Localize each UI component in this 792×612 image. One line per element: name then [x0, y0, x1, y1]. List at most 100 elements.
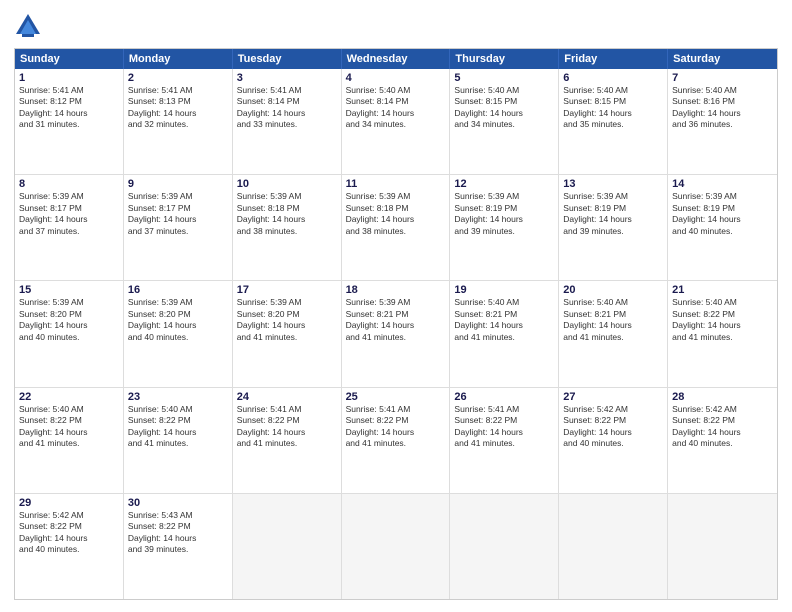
day-number: 9 [128, 178, 228, 190]
day-number: 19 [454, 284, 554, 296]
col-thursday: Thursday [450, 49, 559, 69]
col-monday: Monday [124, 49, 233, 69]
calendar-cell: 19Sunrise: 5:40 AM Sunset: 8:21 PM Dayli… [450, 281, 559, 386]
day-number: 28 [672, 391, 773, 403]
calendar-cell [668, 494, 777, 599]
day-number: 2 [128, 72, 228, 84]
day-number: 14 [672, 178, 773, 190]
day-number: 13 [563, 178, 663, 190]
calendar-cell [233, 494, 342, 599]
day-number: 1 [19, 72, 119, 84]
day-info: Sunrise: 5:42 AM Sunset: 8:22 PM Dayligh… [563, 404, 663, 450]
calendar-cell: 26Sunrise: 5:41 AM Sunset: 8:22 PM Dayli… [450, 388, 559, 493]
calendar-cell: 21Sunrise: 5:40 AM Sunset: 8:22 PM Dayli… [668, 281, 777, 386]
day-number: 10 [237, 178, 337, 190]
day-number: 26 [454, 391, 554, 403]
calendar-week-2: 8Sunrise: 5:39 AM Sunset: 8:17 PM Daylig… [15, 174, 777, 280]
calendar-cell: 13Sunrise: 5:39 AM Sunset: 8:19 PM Dayli… [559, 175, 668, 280]
day-info: Sunrise: 5:41 AM Sunset: 8:22 PM Dayligh… [237, 404, 337, 450]
calendar-cell: 9Sunrise: 5:39 AM Sunset: 8:17 PM Daylig… [124, 175, 233, 280]
day-info: Sunrise: 5:39 AM Sunset: 8:20 PM Dayligh… [237, 297, 337, 343]
day-info: Sunrise: 5:39 AM Sunset: 8:19 PM Dayligh… [563, 191, 663, 237]
calendar-week-3: 15Sunrise: 5:39 AM Sunset: 8:20 PM Dayli… [15, 280, 777, 386]
calendar-cell: 3Sunrise: 5:41 AM Sunset: 8:14 PM Daylig… [233, 69, 342, 174]
day-info: Sunrise: 5:41 AM Sunset: 8:14 PM Dayligh… [237, 85, 337, 131]
calendar-cell: 20Sunrise: 5:40 AM Sunset: 8:21 PM Dayli… [559, 281, 668, 386]
day-info: Sunrise: 5:40 AM Sunset: 8:15 PM Dayligh… [563, 85, 663, 131]
day-number: 5 [454, 72, 554, 84]
calendar-cell: 25Sunrise: 5:41 AM Sunset: 8:22 PM Dayli… [342, 388, 451, 493]
calendar-cell: 29Sunrise: 5:42 AM Sunset: 8:22 PM Dayli… [15, 494, 124, 599]
day-info: Sunrise: 5:41 AM Sunset: 8:12 PM Dayligh… [19, 85, 119, 131]
calendar-header-row: Sunday Monday Tuesday Wednesday Thursday… [15, 49, 777, 69]
day-number: 3 [237, 72, 337, 84]
day-number: 15 [19, 284, 119, 296]
calendar-week-1: 1Sunrise: 5:41 AM Sunset: 8:12 PM Daylig… [15, 69, 777, 174]
day-info: Sunrise: 5:39 AM Sunset: 8:20 PM Dayligh… [19, 297, 119, 343]
day-number: 6 [563, 72, 663, 84]
day-info: Sunrise: 5:39 AM Sunset: 8:21 PM Dayligh… [346, 297, 446, 343]
col-friday: Friday [559, 49, 668, 69]
calendar-cell: 6Sunrise: 5:40 AM Sunset: 8:15 PM Daylig… [559, 69, 668, 174]
calendar-cell: 28Sunrise: 5:42 AM Sunset: 8:22 PM Dayli… [668, 388, 777, 493]
day-info: Sunrise: 5:39 AM Sunset: 8:20 PM Dayligh… [128, 297, 228, 343]
day-number: 29 [19, 497, 119, 509]
day-number: 4 [346, 72, 446, 84]
day-number: 16 [128, 284, 228, 296]
day-info: Sunrise: 5:40 AM Sunset: 8:14 PM Dayligh… [346, 85, 446, 131]
calendar-cell: 7Sunrise: 5:40 AM Sunset: 8:16 PM Daylig… [668, 69, 777, 174]
col-sunday: Sunday [15, 49, 124, 69]
day-info: Sunrise: 5:41 AM Sunset: 8:22 PM Dayligh… [346, 404, 446, 450]
day-info: Sunrise: 5:40 AM Sunset: 8:21 PM Dayligh… [454, 297, 554, 343]
calendar-cell: 18Sunrise: 5:39 AM Sunset: 8:21 PM Dayli… [342, 281, 451, 386]
calendar-body: 1Sunrise: 5:41 AM Sunset: 8:12 PM Daylig… [15, 69, 777, 599]
day-info: Sunrise: 5:40 AM Sunset: 8:22 PM Dayligh… [672, 297, 773, 343]
calendar-cell: 11Sunrise: 5:39 AM Sunset: 8:18 PM Dayli… [342, 175, 451, 280]
calendar-cell: 2Sunrise: 5:41 AM Sunset: 8:13 PM Daylig… [124, 69, 233, 174]
day-number: 12 [454, 178, 554, 190]
day-number: 24 [237, 391, 337, 403]
day-number: 21 [672, 284, 773, 296]
day-info: Sunrise: 5:39 AM Sunset: 8:18 PM Dayligh… [237, 191, 337, 237]
day-number: 17 [237, 284, 337, 296]
day-number: 27 [563, 391, 663, 403]
calendar-week-4: 22Sunrise: 5:40 AM Sunset: 8:22 PM Dayli… [15, 387, 777, 493]
logo [14, 12, 46, 40]
day-info: Sunrise: 5:42 AM Sunset: 8:22 PM Dayligh… [672, 404, 773, 450]
day-number: 7 [672, 72, 773, 84]
day-number: 23 [128, 391, 228, 403]
page: Sunday Monday Tuesday Wednesday Thursday… [0, 0, 792, 612]
calendar-cell: 23Sunrise: 5:40 AM Sunset: 8:22 PM Dayli… [124, 388, 233, 493]
day-info: Sunrise: 5:40 AM Sunset: 8:21 PM Dayligh… [563, 297, 663, 343]
calendar-cell [450, 494, 559, 599]
calendar-cell: 12Sunrise: 5:39 AM Sunset: 8:19 PM Dayli… [450, 175, 559, 280]
day-info: Sunrise: 5:40 AM Sunset: 8:22 PM Dayligh… [19, 404, 119, 450]
calendar-cell: 15Sunrise: 5:39 AM Sunset: 8:20 PM Dayli… [15, 281, 124, 386]
calendar-cell: 16Sunrise: 5:39 AM Sunset: 8:20 PM Dayli… [124, 281, 233, 386]
day-number: 11 [346, 178, 446, 190]
day-info: Sunrise: 5:43 AM Sunset: 8:22 PM Dayligh… [128, 510, 228, 556]
calendar-cell: 10Sunrise: 5:39 AM Sunset: 8:18 PM Dayli… [233, 175, 342, 280]
calendar-cell: 24Sunrise: 5:41 AM Sunset: 8:22 PM Dayli… [233, 388, 342, 493]
day-info: Sunrise: 5:40 AM Sunset: 8:15 PM Dayligh… [454, 85, 554, 131]
calendar-cell: 22Sunrise: 5:40 AM Sunset: 8:22 PM Dayli… [15, 388, 124, 493]
calendar-cell: 30Sunrise: 5:43 AM Sunset: 8:22 PM Dayli… [124, 494, 233, 599]
calendar-cell: 1Sunrise: 5:41 AM Sunset: 8:12 PM Daylig… [15, 69, 124, 174]
calendar-cell: 14Sunrise: 5:39 AM Sunset: 8:19 PM Dayli… [668, 175, 777, 280]
day-info: Sunrise: 5:39 AM Sunset: 8:19 PM Dayligh… [672, 191, 773, 237]
day-info: Sunrise: 5:41 AM Sunset: 8:22 PM Dayligh… [454, 404, 554, 450]
day-info: Sunrise: 5:39 AM Sunset: 8:17 PM Dayligh… [19, 191, 119, 237]
header [14, 12, 778, 40]
day-info: Sunrise: 5:42 AM Sunset: 8:22 PM Dayligh… [19, 510, 119, 556]
day-number: 8 [19, 178, 119, 190]
calendar-cell: 4Sunrise: 5:40 AM Sunset: 8:14 PM Daylig… [342, 69, 451, 174]
day-number: 25 [346, 391, 446, 403]
logo-icon [14, 12, 42, 40]
day-info: Sunrise: 5:40 AM Sunset: 8:16 PM Dayligh… [672, 85, 773, 131]
day-info: Sunrise: 5:41 AM Sunset: 8:13 PM Dayligh… [128, 85, 228, 131]
calendar-week-5: 29Sunrise: 5:42 AM Sunset: 8:22 PM Dayli… [15, 493, 777, 599]
calendar-cell: 27Sunrise: 5:42 AM Sunset: 8:22 PM Dayli… [559, 388, 668, 493]
day-info: Sunrise: 5:39 AM Sunset: 8:18 PM Dayligh… [346, 191, 446, 237]
calendar-cell: 5Sunrise: 5:40 AM Sunset: 8:15 PM Daylig… [450, 69, 559, 174]
calendar-cell [559, 494, 668, 599]
